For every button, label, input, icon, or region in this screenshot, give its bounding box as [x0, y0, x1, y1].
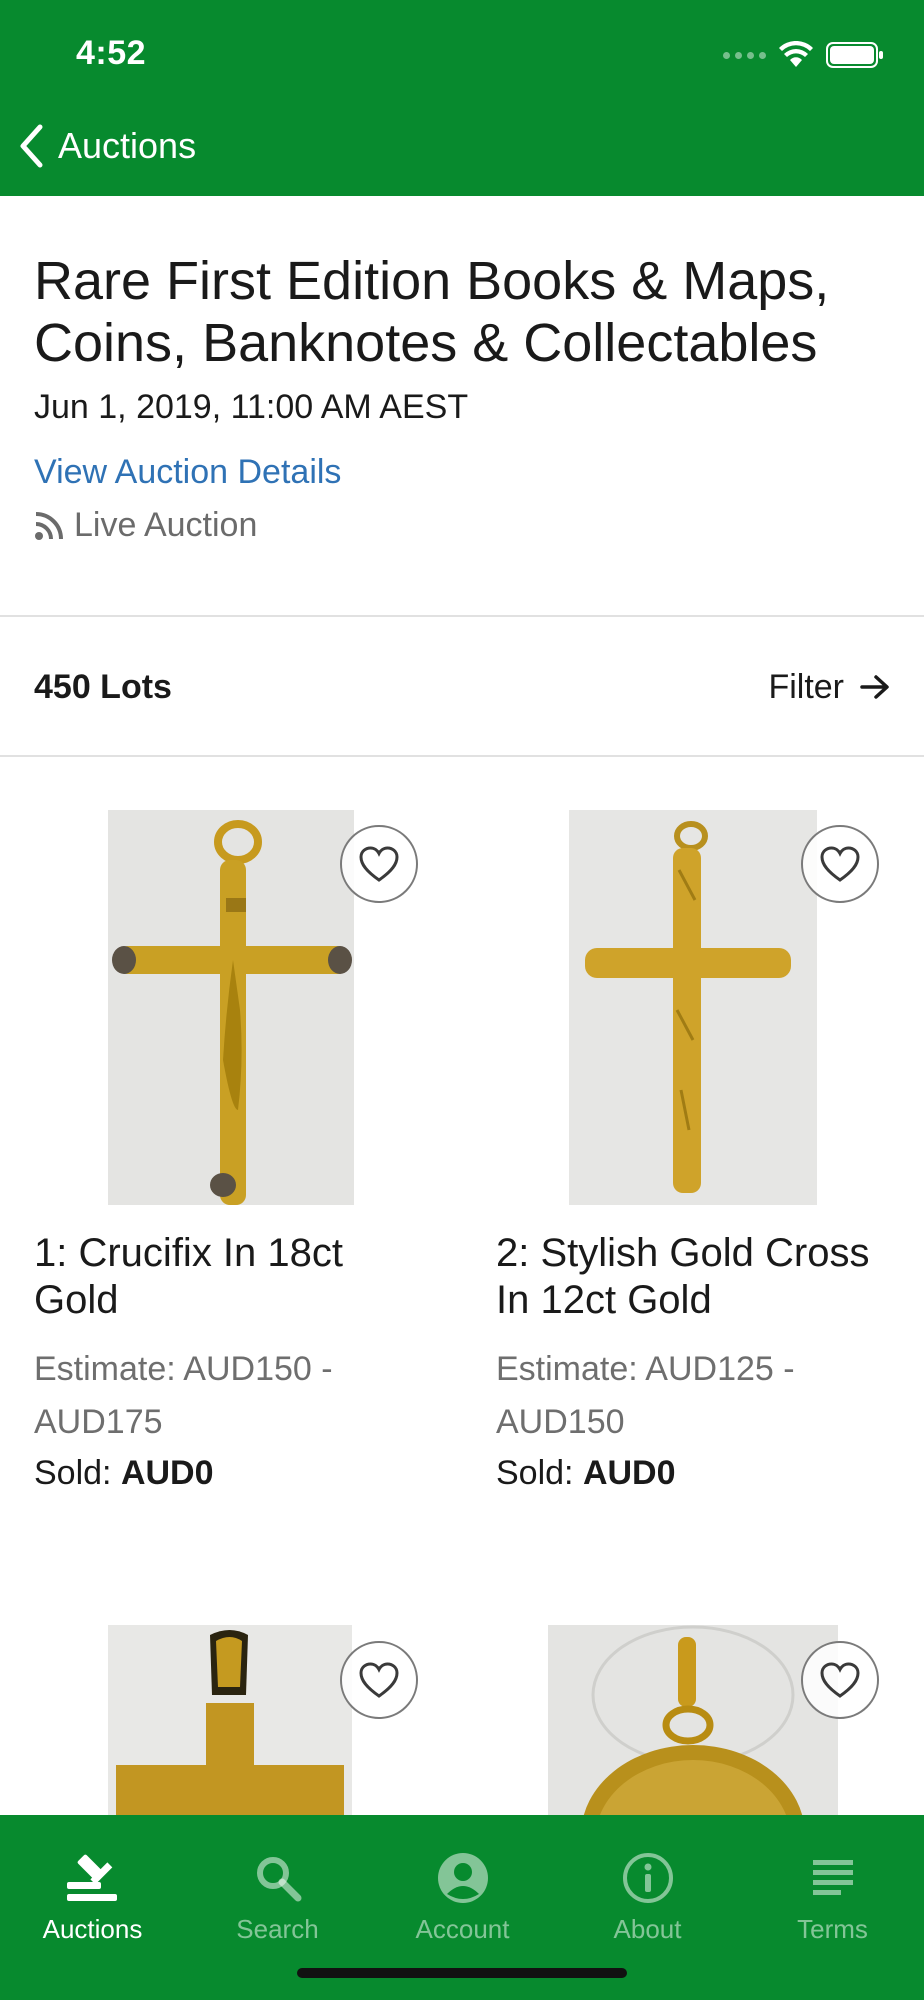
auction-date: Jun 1, 2019, 11:00 AM AEST: [34, 388, 469, 426]
tab-label: Search: [236, 1914, 319, 1944]
auction-type-label: Live Auction: [74, 506, 258, 544]
tab-terms[interactable]: Terms: [740, 1815, 924, 1945]
lot-image[interactable]: [548, 1625, 838, 1815]
favorite-button[interactable]: [801, 1641, 879, 1719]
sold-label: Sold:: [34, 1454, 112, 1492]
filter-label: Filter: [768, 667, 844, 706]
tab-auctions[interactable]: Auctions: [0, 1815, 185, 1945]
auction-title: Rare First Edition Books & Maps, Coins, …: [34, 251, 830, 373]
gavel-icon: [65, 1850, 121, 1906]
tab-label: About: [613, 1914, 682, 1944]
status-icons: [723, 40, 884, 70]
tab-about[interactable]: About: [555, 1815, 740, 1945]
heart-icon: [359, 1662, 399, 1698]
lots-header: 450 Lots Filter: [0, 617, 924, 757]
home-indicator[interactable]: [297, 1968, 627, 1978]
chevron-left-icon: [20, 124, 43, 168]
sold-value: AUD0: [120, 1454, 214, 1492]
live-auction-indicator: Live Auction: [34, 506, 894, 545]
auction-info: Rare First Edition Books & Maps, Coins, …: [34, 250, 894, 545]
tab-label: Account: [415, 1914, 510, 1944]
account-icon: [437, 1850, 489, 1906]
wifi-icon: [779, 41, 813, 67]
arrow-right-icon: [860, 675, 889, 699]
lot-estimate: Estimate: AUD125 - AUD150: [496, 1350, 795, 1441]
back-button[interactable]: Auctions: [18, 118, 196, 174]
info-icon: [622, 1850, 674, 1906]
tab-account[interactable]: Account: [370, 1815, 555, 1945]
lot-estimate: Estimate: AUD150 - AUD175: [34, 1350, 333, 1441]
gold-cross-image: [569, 810, 817, 1205]
tab-label: Terms: [797, 1914, 868, 1944]
tab-search[interactable]: Search: [185, 1815, 370, 1945]
search-icon: [254, 1850, 302, 1906]
divider: [0, 755, 924, 757]
tab-label: Auctions: [42, 1914, 143, 1944]
battery-icon: [826, 42, 883, 68]
filter-button[interactable]: Filter: [768, 668, 890, 707]
gold-cross-pendant-image: [108, 1625, 352, 1815]
favorite-button[interactable]: [801, 825, 879, 903]
lot-image[interactable]: [108, 810, 354, 1205]
list-icon: [809, 1850, 857, 1906]
lot-title: 2: Stylish Gold Cross In 12ct Gold: [496, 1231, 870, 1322]
lot-image[interactable]: [108, 1625, 352, 1815]
rss-feed-icon: [35, 511, 63, 540]
top-header: 4:52 Auctions: [0, 0, 924, 196]
lot-sold: Sold: AUD0: [496, 1454, 676, 1493]
back-label: Auctions: [58, 125, 197, 166]
gold-medallion-image: [548, 1625, 838, 1815]
lot-image[interactable]: [569, 810, 817, 1205]
sold-label: Sold:: [496, 1454, 574, 1492]
cellular-signal-icon: [723, 51, 766, 59]
lot-sold: Sold: AUD0: [34, 1454, 214, 1493]
view-auction-details-link[interactable]: View Auction Details: [34, 453, 341, 492]
lot-title: 1: Crucifix In 18ct Gold: [34, 1231, 344, 1322]
lots-count: 450 Lots: [34, 667, 172, 706]
heart-icon: [820, 1662, 860, 1698]
favorite-button[interactable]: [340, 825, 418, 903]
heart-icon: [359, 846, 399, 882]
heart-icon: [820, 846, 860, 882]
sold-value: AUD0: [582, 1454, 676, 1492]
crucifix-image: [108, 810, 354, 1205]
status-time: 4:52: [76, 34, 147, 72]
favorite-button[interactable]: [340, 1641, 418, 1719]
